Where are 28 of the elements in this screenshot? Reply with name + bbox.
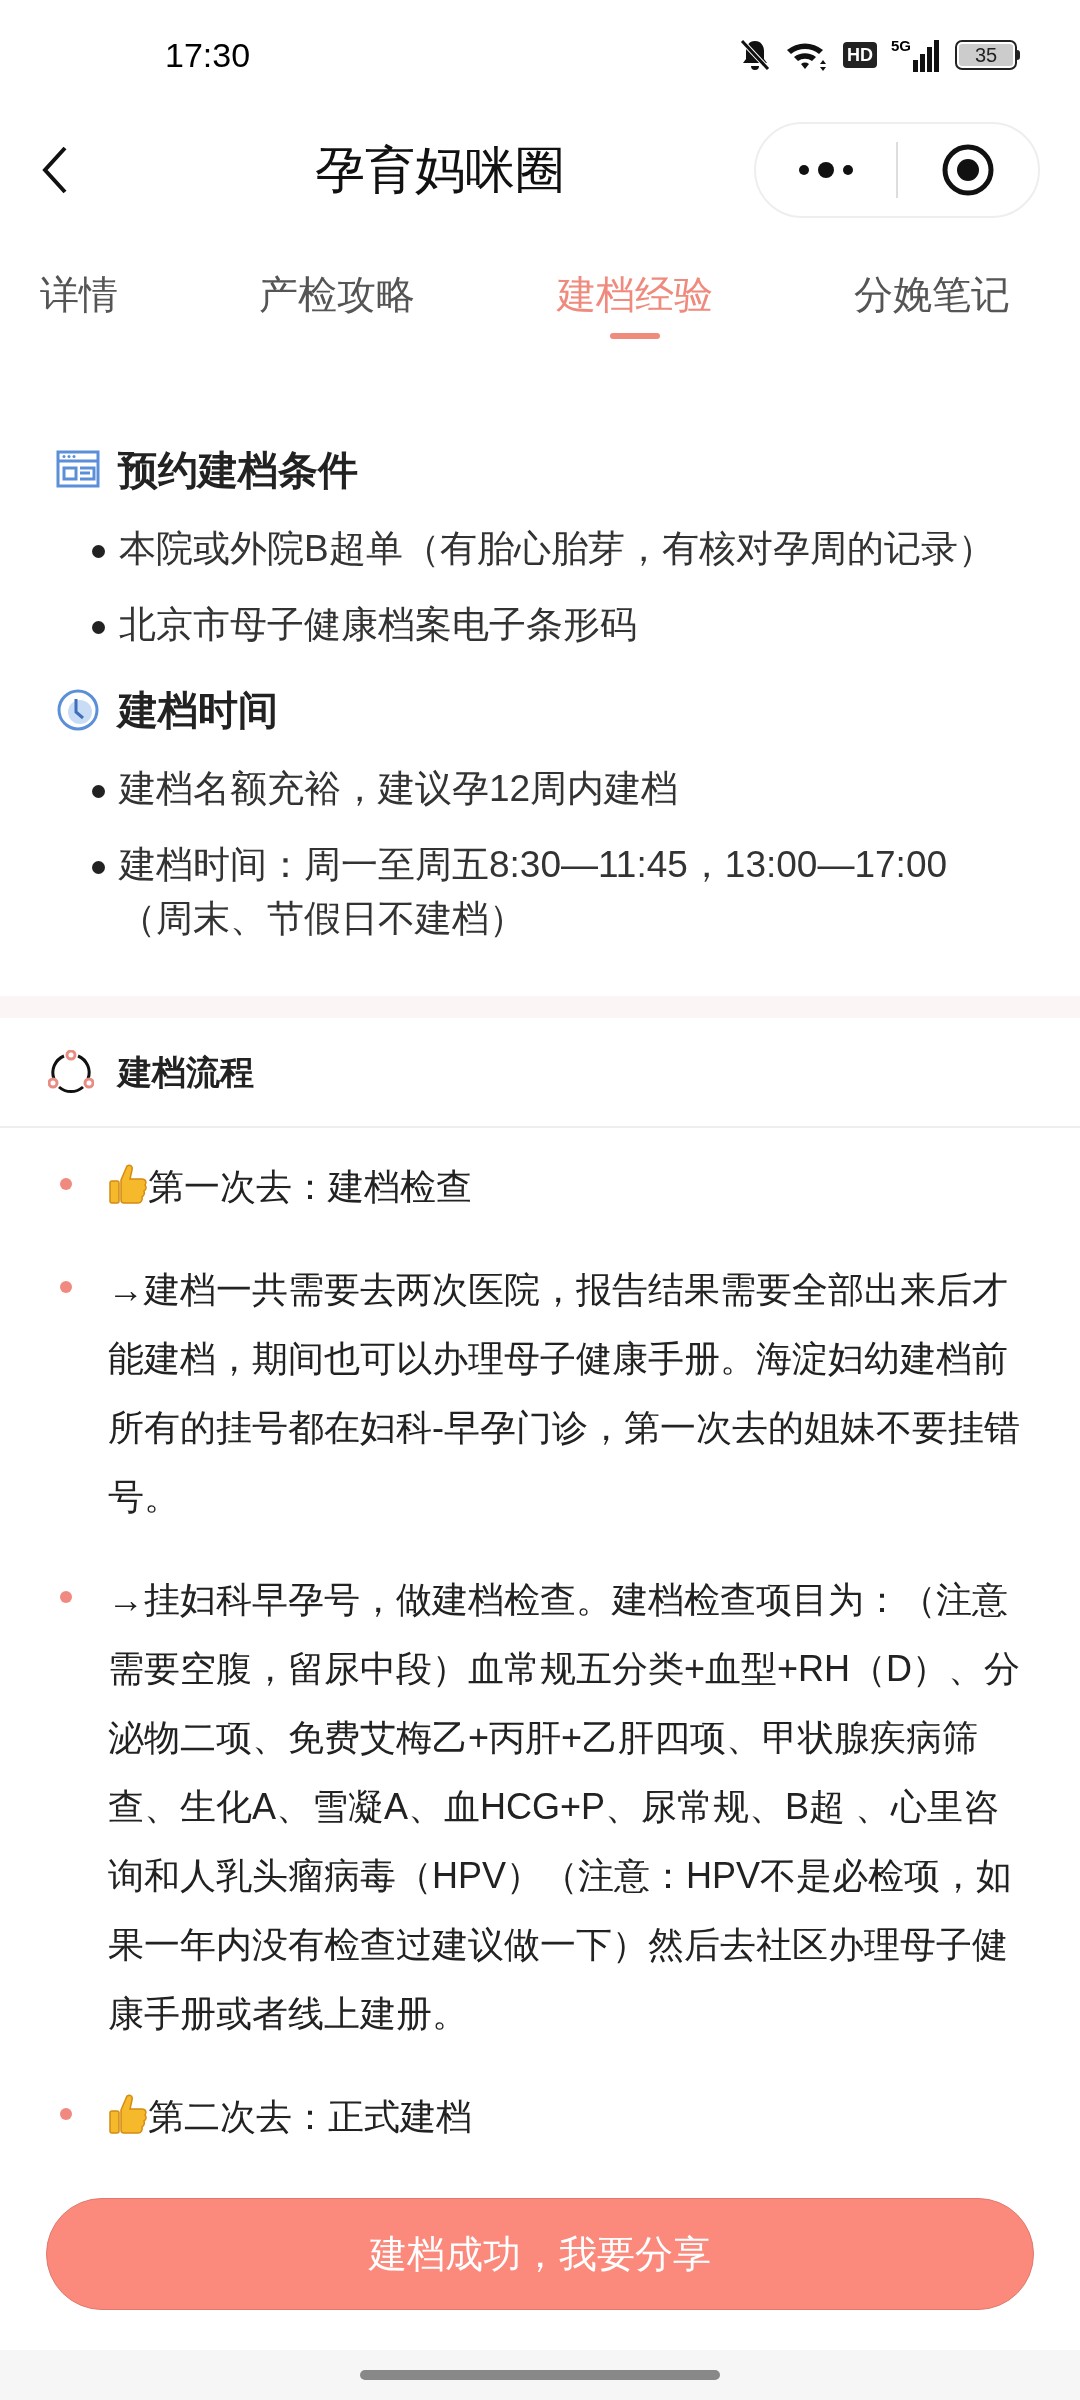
- section-heading: 预约建档条件: [118, 447, 358, 494]
- hd-badge: HD: [843, 42, 877, 68]
- bullet-text: 建档名额充裕，建议孕12周内建档: [119, 767, 679, 811]
- tab[interactable]: 详情: [40, 240, 118, 351]
- bullet-text: 建档时间：周一至周五8:30—11:45，13:00—17:00（周末、节假日不建档）: [119, 843, 949, 941]
- thumbs-up-icon: [108, 1162, 148, 1206]
- calendar-icon: [56, 450, 100, 490]
- cycle-icon: [48, 1050, 94, 1094]
- step-text: 第二次去：正式建档: [148, 2095, 472, 2139]
- battery-icon: 35: [955, 40, 1017, 70]
- clock-icon: [56, 688, 100, 732]
- thumbs-up-icon: [108, 2092, 148, 2136]
- muted-bell-icon: [739, 38, 771, 72]
- step-text: 第一次去：建档检查: [148, 1165, 472, 1209]
- page-title: 孕育妈咪圈: [314, 140, 566, 200]
- step-text: →挂妇科早孕号，做建档检查。建档检查项目为：（注意需要空腹，留尿中段）血常规五分类+血型+RH（D）、分泌物二项、免费艾梅乙+丙肝+乙肝四项、甲状腺疾病筛查、生化A、雪凝A、血HCG+P、尿常规、B超 、心里咨询和人乳头瘤病毒（HPV）（注意：HPV不是必检项，如果一年内没有检查过建议做一下）然后去社区办理母子健康手册或者线上建册。: [108, 1578, 1022, 2036]
- clock-time: 17:30: [165, 34, 251, 76]
- target-icon: [941, 143, 995, 197]
- bullet-text: 北京市母子健康档案电子条形码: [119, 603, 637, 647]
- signal-icon: [913, 38, 941, 72]
- bullet-text: 本院或外院B超单（有胎心胎芽，有核对孕周的记录）: [119, 527, 995, 571]
- section-heading: 建档流程: [118, 1051, 254, 1093]
- more-icon: [796, 162, 856, 178]
- tab[interactable]: 产检攻略: [259, 240, 416, 351]
- tab[interactable]: 分娩笔记: [854, 240, 1010, 351]
- network-label: 5G: [891, 38, 911, 53]
- step-text: →建档一共需要去两次医院，报告结果需要全部出来后才能建档，期间也可以办理母子健康手册。海淀妇幼建档前所有的挂号都在妇科-早孕门诊，第一次去的姐妹不要挂错号。: [108, 1268, 1021, 1519]
- section-heading: 建档时间: [118, 687, 278, 734]
